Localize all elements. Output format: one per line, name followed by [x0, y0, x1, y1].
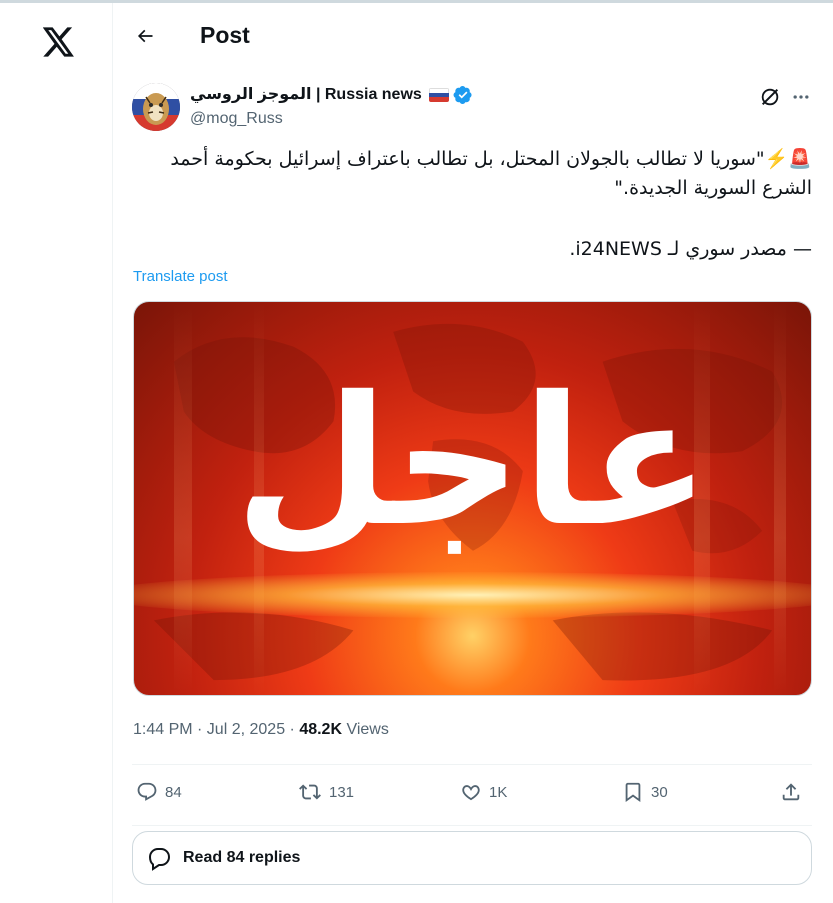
action-bar: 84 131 1K 30	[132, 775, 812, 815]
repost-button[interactable]: 131	[298, 781, 354, 803]
read-replies-button[interactable]: Read 84 replies	[132, 831, 812, 885]
bookmark-icon	[625, 782, 641, 803]
page-header: Post	[114, 3, 833, 63]
author-name-row[interactable]: الموجز الروسي | Russia news	[190, 85, 473, 105]
like-button[interactable]: 1K	[460, 781, 507, 803]
views-count: 48.2K	[299, 721, 343, 738]
like-count: 1K	[489, 783, 508, 801]
tweet-text: 🚨⚡️"سوريا لا تطالب بالجولان المحتل، بل ت…	[170, 148, 812, 199]
more-options-icon[interactable]	[787, 83, 815, 111]
repost-count: 131	[329, 783, 355, 801]
bookmark-count: 30	[651, 783, 668, 801]
post-detail: Post الموجز الروسي | Russia news @mog_Ru…	[114, 3, 833, 903]
tweet-source-line: — مصدر سوري لـ i24NEWS.	[569, 238, 812, 260]
russia-flag-icon	[428, 88, 449, 102]
author-display-name[interactable]: الموجز الروسي | Russia news	[190, 85, 422, 105]
back-button[interactable]	[128, 19, 162, 53]
divider	[132, 764, 812, 765]
share-icon	[782, 783, 800, 801]
left-navigation	[0, 3, 113, 903]
avatar[interactable]	[132, 83, 180, 131]
divider	[132, 825, 812, 826]
reply-icon	[137, 782, 157, 801]
repost-icon	[299, 784, 321, 800]
heart-icon	[462, 785, 480, 801]
verified-badge-icon[interactable]	[453, 85, 473, 105]
reply-count: 84	[165, 783, 182, 801]
post-image[interactable]: عاجل	[133, 301, 812, 696]
share-button[interactable]	[780, 781, 802, 803]
translate-post-link[interactable]: Translate post	[133, 268, 228, 285]
author-handle[interactable]: @mog_Russ	[190, 109, 283, 129]
breaking-news-word: عاجل	[234, 358, 713, 565]
post-timestamp[interactable]: 1:44 PM · Jul 2, 2025 ·	[133, 721, 299, 738]
arrow-left-icon	[137, 29, 153, 43]
grok-icon[interactable]	[756, 83, 784, 111]
views-label: Views	[346, 721, 389, 738]
replies-bubble-icon	[148, 848, 171, 871]
page-title: Post	[200, 22, 250, 48]
bookmark-button[interactable]: 30	[622, 781, 668, 803]
x-logo-icon[interactable]	[40, 23, 78, 61]
read-replies-label: Read 84 replies	[183, 849, 301, 866]
post-metadata: 1:44 PM · Jul 2, 2025 · 48.2K Views	[133, 721, 389, 739]
reply-button[interactable]: 84	[136, 781, 182, 803]
